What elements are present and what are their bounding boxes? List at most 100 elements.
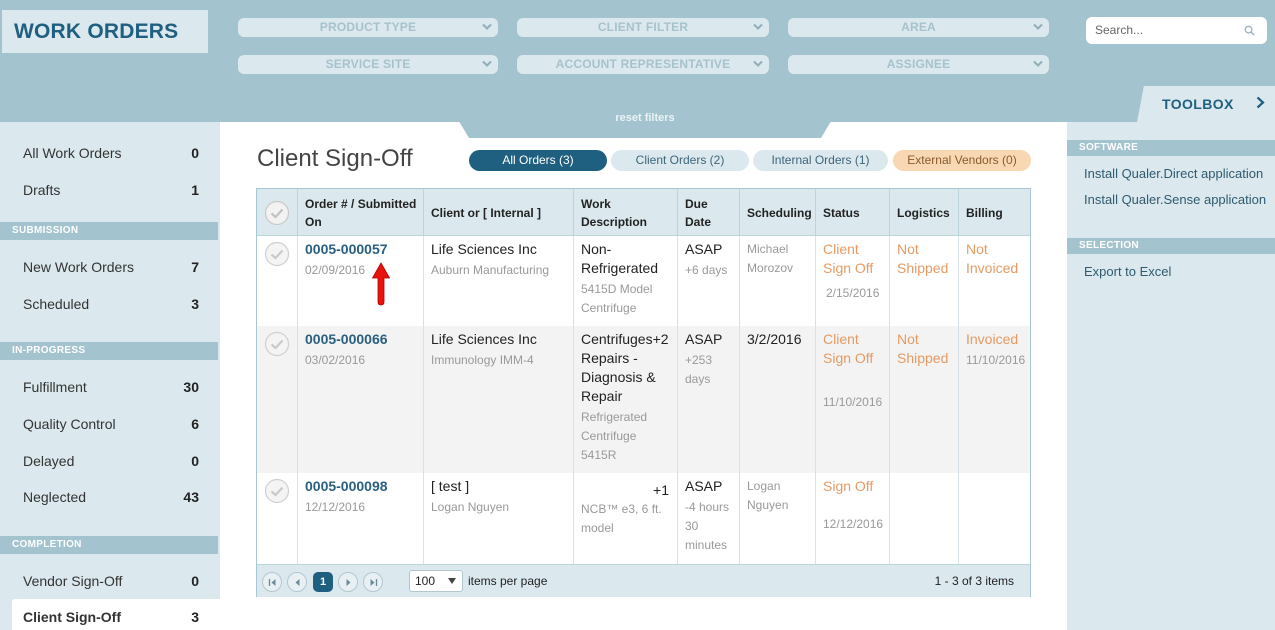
due-offset: minutes [685, 538, 728, 552]
due-offset: 30 [685, 519, 699, 533]
status-date: 11/10/2016 [823, 395, 883, 409]
client-filter[interactable]: CLIENT FILTER [517, 18, 769, 37]
sidebar-item-delayed[interactable]: Delayed 0 [0, 443, 220, 479]
table-row[interactable]: 0005-000098 12/12/2016 [ test ] Logan Ng… [257, 473, 1030, 564]
sidebar-item-vendor-sign-off[interactable]: Vendor Sign-Off 0 [0, 563, 220, 599]
logistics-text: Shipped [897, 260, 949, 276]
client-site: Auburn Manufacturing [431, 263, 550, 277]
client-cell: [ test ] Logan Nguyen [423, 473, 573, 564]
column-header-logistics[interactable]: Logistics [889, 189, 958, 236]
sidebar-item-label: Neglected [23, 489, 87, 505]
sidebar-item-new-work-orders[interactable]: New Work Orders 7 [0, 249, 220, 285]
sidebar-item-label: Vendor Sign-Off [23, 573, 123, 589]
service-site-filter[interactable]: SERVICE SITE [238, 55, 498, 74]
work-description-line: Non- [581, 241, 612, 257]
status-date: 2/15/2016 [826, 286, 880, 300]
export-to-excel-link[interactable]: Export to Excel [1084, 264, 1171, 279]
due-date: ASAP [685, 331, 723, 347]
first-page-icon [268, 579, 276, 586]
sidebar-item-fulfillment[interactable]: Fulfillment 30 [0, 369, 220, 405]
checkmark-icon[interactable] [264, 478, 290, 504]
scheduling-cell: 3/2/2016 [739, 326, 815, 473]
client-name: [ test ] [431, 478, 470, 494]
product-type-filter[interactable]: PRODUCT TYPE [238, 18, 498, 37]
annotation-arrow-icon [371, 262, 391, 306]
work-description-line: Repairs - [581, 350, 638, 366]
search-box [1086, 17, 1267, 44]
order-cell: 0005-000066 03/02/2016 [297, 326, 423, 473]
area-filter[interactable]: AREA [788, 18, 1049, 37]
tab-internal-orders[interactable]: Internal Orders (1) [753, 150, 888, 171]
work-description-line: Centrifuges+2 [581, 331, 669, 347]
install-qualer-sense-link[interactable]: Install Qualer.Sense application [1084, 192, 1266, 207]
scheduled-technician: Morozov [747, 261, 794, 275]
checkmark-icon[interactable] [264, 331, 290, 357]
next-page-button[interactable] [338, 572, 358, 592]
column-header-line: Date [685, 214, 712, 229]
assignee-filter[interactable]: ASSIGNEE [788, 55, 1049, 74]
due-date: ASAP [685, 241, 723, 257]
current-page-button[interactable]: 1 [313, 572, 333, 592]
first-page-button[interactable] [262, 572, 282, 592]
sidebar-item-all-work-orders[interactable]: All Work Orders 0 [0, 135, 220, 171]
last-page-icon [370, 579, 378, 586]
work-description-more[interactable]: +1 [581, 481, 677, 500]
account-representative-filter[interactable]: ACCOUNT REPRESENTATIVE [517, 55, 769, 74]
column-header-due-date[interactable]: Due Date [677, 189, 739, 236]
status-text: Sign Off [823, 478, 874, 494]
table-row[interactable]: 0005-000066 03/02/2016 Life Sciences Inc… [257, 326, 1030, 473]
work-equipment-line: model [581, 521, 614, 535]
chevron-right-icon[interactable] [1256, 96, 1265, 109]
due-date-cell: ASAP -4 hours 30 minutes [677, 473, 739, 564]
filter-label: AREA [901, 20, 936, 34]
column-header-scheduling[interactable]: Scheduling [739, 189, 815, 236]
install-qualer-direct-link[interactable]: Install Qualer.Direct application [1084, 166, 1263, 181]
sidebar-item-scheduled[interactable]: Scheduled 3 [0, 286, 220, 322]
sidebar-item-count: 43 [183, 489, 199, 505]
status-date: 12/12/2016 [823, 517, 884, 531]
client-name: Life Sciences Inc [431, 241, 537, 257]
sidebar-item-neglected[interactable]: Neglected 43 [0, 479, 220, 515]
tab-client-orders[interactable]: Client Orders (2) [611, 150, 749, 171]
column-header-billing[interactable]: Billing [958, 189, 1030, 236]
pager-range-info: 1 - 3 of 3 items [934, 574, 1014, 588]
column-header-order[interactable]: Order # / Submitted On [297, 189, 423, 236]
search-icon[interactable] [1244, 25, 1255, 36]
billing-cell: Not Invoiced [958, 236, 1030, 326]
billing-text: Invoiced [966, 331, 1019, 347]
filter-label: CLIENT FILTER [597, 20, 689, 34]
sidebar-item-count: 0 [191, 453, 199, 469]
sidebar-item-client-sign-off[interactable]: Client Sign-Off 3 [12, 599, 220, 630]
scheduled-technician: Nguyen [747, 498, 789, 512]
client-cell: Life Sciences Inc Auburn Manufacturing [423, 236, 573, 326]
toolbox-label[interactable]: TOOLBOX [1162, 96, 1234, 112]
column-header-client[interactable]: Client or [ Internal ] [423, 189, 573, 236]
submitted-date: 03/02/2016 [305, 353, 366, 367]
prev-page-icon [295, 579, 300, 586]
reset-filters-link[interactable]: reset filters [445, 112, 845, 124]
items-per-page-select[interactable]: 100 [409, 570, 463, 592]
logistics-text: Not [897, 241, 919, 257]
sidebar-item-quality-control[interactable]: Quality Control 6 [0, 406, 220, 442]
column-header-work-description[interactable]: Work Description [573, 189, 677, 236]
prev-page-button[interactable] [287, 572, 307, 592]
order-number-link[interactable]: 0005-000066 [305, 330, 423, 349]
billing-date: 11/10/2016 [966, 353, 1026, 367]
checkmark-icon[interactable] [264, 241, 290, 267]
last-page-button[interactable] [363, 572, 383, 592]
column-header-status[interactable]: Status [815, 189, 889, 236]
sidebar-item-count: 1 [191, 182, 199, 198]
billing-text: Invoiced [966, 260, 1019, 276]
tab-all-orders[interactable]: All Orders (3) [469, 150, 607, 171]
tab-external-vendors[interactable]: External Vendors (0) [893, 150, 1031, 171]
select-all-header[interactable] [257, 189, 297, 236]
app-title[interactable]: WORK ORDERS [2, 10, 208, 53]
filter-label: PRODUCT TYPE [319, 20, 417, 34]
order-number-link[interactable]: 0005-000057 [305, 240, 423, 259]
table-header: Order # / Submitted On Client or [ Intern… [257, 189, 1030, 236]
sidebar-item-count: 3 [191, 609, 199, 625]
search-input[interactable] [1095, 23, 1235, 37]
order-number-link[interactable]: 0005-000098 [305, 477, 423, 496]
scheduled-technician: Logan [747, 479, 781, 493]
sidebar-item-drafts[interactable]: Drafts 1 [0, 172, 220, 208]
